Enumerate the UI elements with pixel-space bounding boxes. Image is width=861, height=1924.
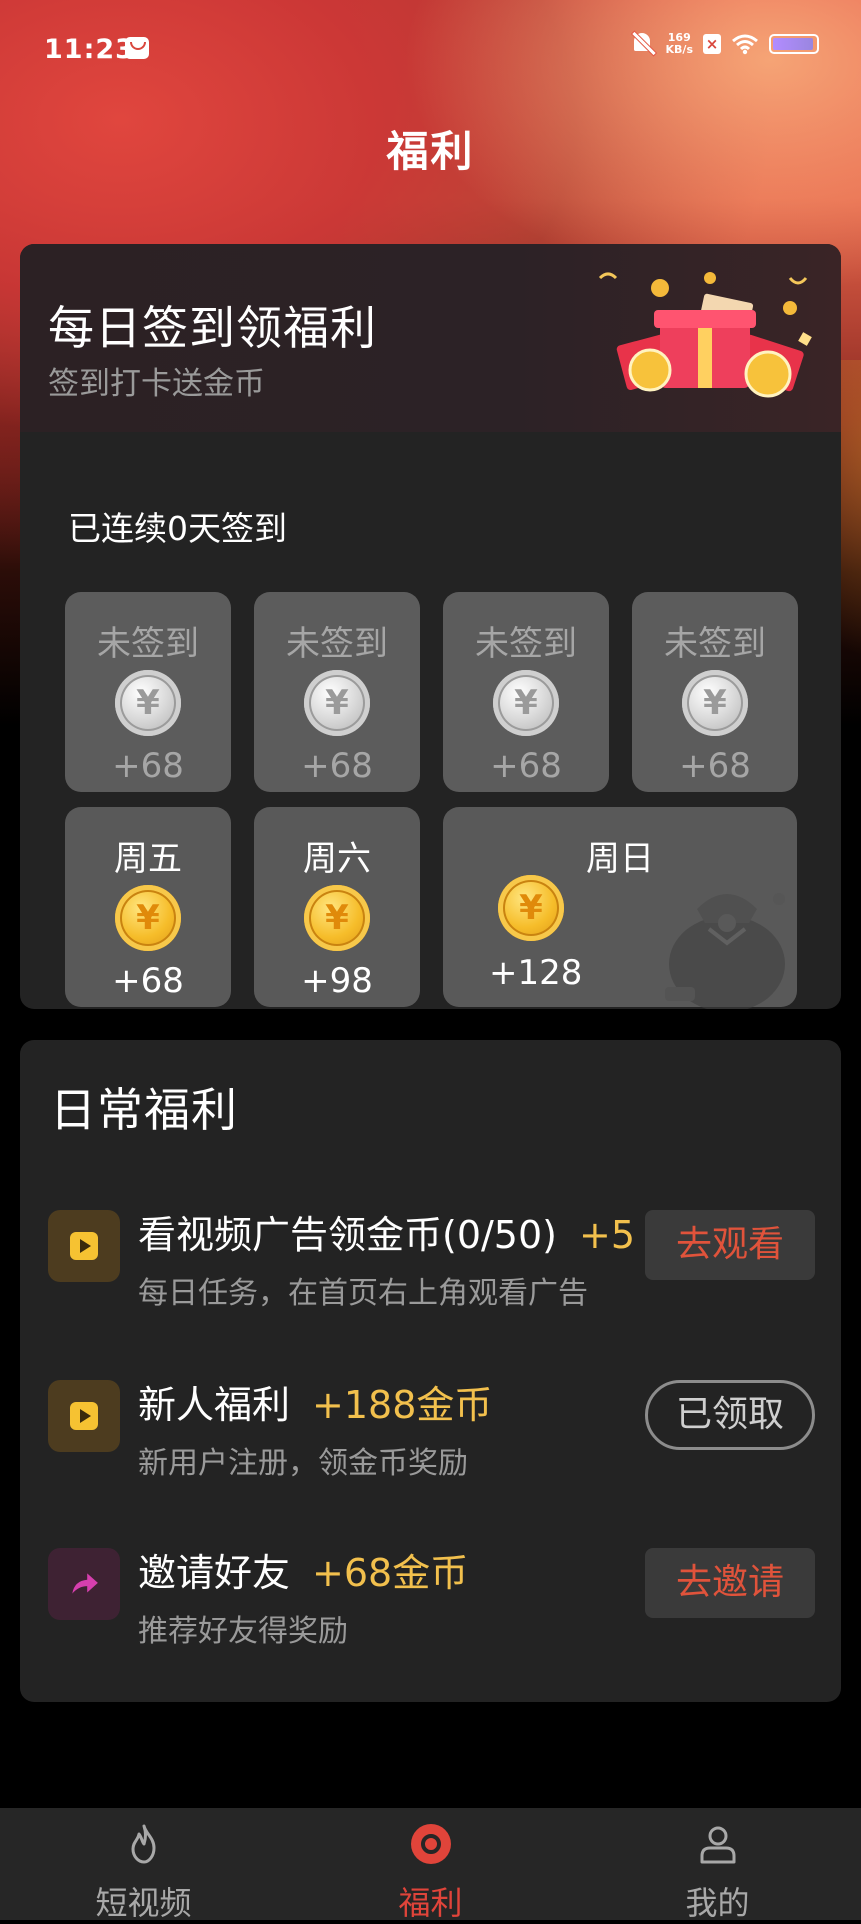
day-status-label: 未签到: [664, 624, 766, 664]
day-reward-amount: +98: [301, 961, 373, 1001]
silver-coin-icon: ¥: [115, 670, 181, 736]
invite-button[interactable]: 去邀请: [645, 1548, 815, 1618]
nav-label: 我的: [685, 1884, 750, 1922]
no-sim-icon: ×: [703, 34, 721, 54]
task-title: 新人福利: [138, 1383, 291, 1427]
task-invite-friends: 邀请好友 +68金币 推荐好友得奖励 去邀请: [20, 1536, 841, 1656]
nav-label: 福利: [398, 1884, 463, 1922]
status-bar: 11:23 169 KB/s ×: [0, 0, 861, 100]
task-name: 邀请好友 +68金币: [138, 1542, 468, 1597]
watch-ad-button[interactable]: 去观看: [645, 1210, 815, 1280]
day-weekday-label: 周六: [303, 839, 371, 879]
signin-day-2[interactable]: 未签到 ¥ +68: [254, 592, 420, 792]
task-name: 看视频广告领金币(0/50) +5: [138, 1204, 635, 1259]
daily-benefits-card: 日常福利 看视频广告领金币(0/50) +5 每日任务，在首页右上角观看广告 去观…: [20, 1040, 841, 1702]
day-reward-amount: +68: [490, 746, 562, 786]
silver-coin-icon: ¥: [493, 670, 559, 736]
nav-item-profile[interactable]: 我的: [574, 1808, 861, 1922]
gold-coin-icon: ¥: [498, 875, 564, 941]
day-reward-amount: +68: [112, 746, 184, 786]
nav-item-short-video[interactable]: 短视频: [0, 1808, 287, 1922]
signin-day-sunday[interactable]: 周日 ¥ +128: [443, 807, 797, 1009]
gold-coin-icon: ¥: [304, 885, 370, 951]
play-icon: [48, 1210, 120, 1282]
day-reward-amount: +68: [112, 961, 184, 1001]
network-speed-unit: KB/s: [665, 43, 693, 56]
money-bag-icon: [665, 893, 785, 1009]
day-reward-amount: +68: [679, 746, 751, 786]
daily-signin-card: 每日签到领福利 签到打卡送金币 已连续0天签到 未签到 ¥ +68 未签到 ¥ …: [20, 244, 841, 1009]
signin-day-4[interactable]: 未签到 ¥ +68: [632, 592, 798, 792]
claimed-button[interactable]: 已领取: [645, 1380, 815, 1450]
day-status-label: 未签到: [97, 624, 199, 664]
silver-coin-icon: ¥: [682, 670, 748, 736]
flame-icon: [131, 1824, 155, 1864]
coin-target-icon: [410, 1824, 451, 1864]
wifi-icon: [732, 34, 758, 55]
task-new-user: 新人福利 +188金币 新用户注册，领金币奖励 已领取: [20, 1368, 841, 1488]
status-time: 11:23: [44, 34, 135, 65]
task-title: 邀请好友: [138, 1551, 291, 1595]
gold-coin-icon: ¥: [115, 885, 181, 951]
mute-bell-icon: [630, 30, 656, 58]
signin-day-3[interactable]: 未签到 ¥ +68: [443, 592, 609, 792]
task-title: 看视频广告领金币(0/50): [138, 1213, 557, 1257]
task-description: 新用户注册，领金币奖励: [138, 1446, 468, 1481]
play-icon: [48, 1380, 120, 1452]
status-icons: 169 KB/s ×: [630, 30, 819, 58]
battery-icon: [769, 34, 819, 54]
share-icon: [48, 1548, 120, 1620]
nav-item-benefits[interactable]: 福利: [287, 1808, 574, 1922]
signin-day-friday[interactable]: 周五 ¥ +68: [65, 807, 231, 1007]
signin-subtitle: 签到打卡送金币: [48, 366, 265, 402]
day-weekday-label: 周五: [114, 839, 182, 879]
day-status-label: 未签到: [286, 624, 388, 664]
task-reward: +68金币: [312, 1551, 469, 1595]
nav-label: 短视频: [95, 1884, 192, 1922]
silver-coin-icon: ¥: [304, 670, 370, 736]
signin-title: 每日签到领福利: [48, 301, 377, 355]
page-title: 福利: [386, 127, 475, 176]
task-reward: +5: [578, 1213, 636, 1257]
daily-benefits-title: 日常福利: [50, 1083, 238, 1137]
signin-streak-text: 已连续0天签到: [68, 509, 287, 548]
network-speed: 169 KB/s: [666, 32, 693, 56]
signin-day-1[interactable]: 未签到 ¥ +68: [65, 592, 231, 792]
signin-header: 每日签到领福利 签到打卡送金币: [20, 244, 841, 432]
person-icon: [700, 1826, 735, 1864]
day-reward-amount: +68: [301, 746, 373, 786]
task-name: 新人福利 +188金币: [138, 1374, 492, 1429]
day-reward-amount: +128: [489, 953, 583, 993]
bottom-navigation: 短视频 福利 我的: [0, 1808, 861, 1922]
day-status-label: 未签到: [475, 624, 577, 664]
task-watch-ads: 看视频广告领金币(0/50) +5 每日任务，在首页右上角观看广告 去观看: [20, 1198, 841, 1318]
message-notification-icon: [125, 37, 149, 59]
signin-day-saturday[interactable]: 周六 ¥ +98: [254, 807, 420, 1007]
task-reward: +188金币: [312, 1383, 493, 1427]
gift-box-illustration: [598, 272, 812, 398]
task-description: 推荐好友得奖励: [138, 1614, 348, 1649]
task-description: 每日任务，在首页右上角观看广告: [138, 1276, 588, 1311]
